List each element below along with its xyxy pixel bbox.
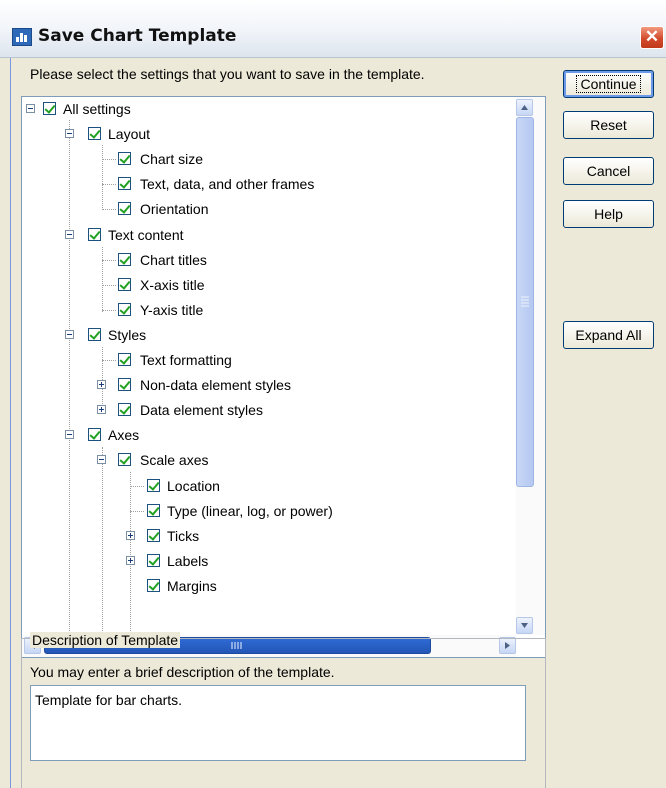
close-button[interactable]: ✕ — [640, 26, 664, 49]
tree-item-label: Orientation — [140, 201, 209, 217]
checkbox-checked-icon[interactable] — [147, 504, 160, 517]
collapse-icon[interactable] — [97, 455, 106, 464]
tree-item-label: Layout — [108, 126, 151, 142]
collapse-icon[interactable] — [65, 129, 74, 138]
vertical-scroll-thumb[interactable] — [516, 117, 534, 487]
tree-item-text-formatting[interactable]: Text formatting — [22, 349, 502, 374]
tree-item-layout[interactable]: Layout — [22, 123, 502, 148]
tree-item-label: All settings — [63, 101, 131, 117]
tree-item-label: Axes — [108, 427, 140, 443]
tree-item-labels[interactable]: Labels — [22, 550, 502, 575]
tree-item-label: Non-data element styles — [140, 377, 291, 393]
tree-item-non-data-styles[interactable]: Non-data element styles — [22, 374, 502, 399]
scroll-down-arrow-icon[interactable] — [516, 617, 533, 634]
checkbox-checked-icon[interactable] — [88, 328, 101, 341]
checkbox-checked-icon[interactable] — [118, 378, 131, 391]
tree-item-label: Text formatting — [140, 352, 232, 368]
tree-item-label: X-axis title — [140, 277, 205, 293]
expand-icon[interactable] — [126, 531, 135, 540]
tree-item-chart-titles[interactable]: Chart titles — [22, 249, 502, 274]
continue-button[interactable]: Continue — [563, 70, 654, 98]
expand-icon[interactable] — [126, 556, 135, 565]
tree-item-label: Styles — [108, 327, 147, 343]
checkbox-checked-icon[interactable] — [88, 228, 101, 241]
tree-item-axes[interactable]: Axes — [22, 424, 502, 449]
collapse-icon[interactable] — [65, 330, 74, 339]
description-group-label: Description of Template — [30, 632, 181, 648]
tree-item-location[interactable]: Location — [22, 475, 502, 500]
checkbox-checked-icon[interactable] — [88, 127, 101, 140]
tree-item-label: Text content — [108, 227, 184, 243]
checkbox-checked-icon[interactable] — [147, 554, 160, 567]
tree-item-label: Location — [167, 478, 220, 494]
dialog-body: Please select the settings that you want… — [0, 58, 666, 788]
checkbox-checked-icon[interactable] — [147, 579, 160, 592]
tree-item-label: Text, data, and other frames — [140, 176, 315, 192]
chart-app-icon — [12, 28, 32, 46]
continue-label: Continue — [576, 75, 641, 93]
collapse-icon[interactable] — [65, 430, 74, 439]
tree-item-data-styles[interactable]: Data element styles — [22, 399, 502, 424]
tree-item-label: Y-axis title — [140, 302, 204, 318]
tree-item-label: Margins — [167, 578, 217, 594]
checkbox-checked-icon[interactable] — [118, 403, 131, 416]
description-textarea[interactable]: Template for bar charts. — [30, 685, 526, 761]
checkbox-checked-icon[interactable] — [147, 479, 160, 492]
tree-item-styles[interactable]: Styles — [22, 324, 502, 349]
tree-item-x-axis-title[interactable]: X-axis title — [22, 274, 502, 299]
checkbox-checked-icon[interactable] — [118, 202, 131, 215]
tree-item-text-frames[interactable]: Text, data, and other frames — [22, 173, 502, 198]
tree-item-margins[interactable]: Margins — [22, 575, 502, 600]
cancel-button[interactable]: Cancel — [563, 157, 654, 185]
checkbox-checked-icon[interactable] — [118, 453, 131, 466]
tree-item-type[interactable]: Type (linear, log, or power) — [22, 500, 502, 525]
instructions-text: Please select the settings that you want… — [30, 66, 425, 82]
checkbox-checked-icon[interactable] — [118, 278, 131, 291]
tree-item-label: Type (linear, log, or power) — [167, 503, 333, 519]
settings-tree[interactable]: All settings Layout Chart size Text, dat… — [21, 96, 546, 658]
tree-item-label: Chart size — [140, 151, 204, 167]
checkbox-checked-icon[interactable] — [118, 152, 131, 165]
tree-item-text-content[interactable]: Text content — [22, 224, 502, 249]
tree-item-all-settings[interactable]: All settings — [22, 98, 502, 123]
checkbox-checked-icon[interactable] — [88, 428, 101, 441]
tree-item-chart-size[interactable]: Chart size — [22, 148, 502, 173]
title-bar[interactable]: Save Chart Template ✕ — [0, 0, 666, 58]
checkbox-checked-icon[interactable] — [118, 303, 131, 316]
checkbox-checked-icon[interactable] — [118, 353, 131, 366]
tree-item-label: Data element styles — [140, 402, 263, 418]
tree-item-ticks[interactable]: Ticks — [22, 525, 502, 550]
tree-item-label: Ticks — [167, 528, 200, 544]
collapse-icon[interactable] — [65, 230, 74, 239]
tree-item-label: Chart titles — [140, 252, 207, 268]
checkbox-checked-icon[interactable] — [118, 253, 131, 266]
tree-item-y-axis-title[interactable]: Y-axis title — [22, 299, 502, 324]
checkbox-checked-icon[interactable] — [43, 102, 56, 115]
expand-all-button[interactable]: Expand All — [563, 321, 654, 349]
checkbox-checked-icon[interactable] — [147, 529, 160, 542]
reset-button[interactable]: Reset — [563, 111, 654, 139]
checkbox-checked-icon[interactable] — [118, 177, 131, 190]
expand-icon[interactable] — [97, 405, 106, 414]
tree-item-orientation[interactable]: Orientation — [22, 198, 502, 223]
expand-icon[interactable] — [97, 380, 106, 389]
help-button[interactable]: Help — [563, 200, 654, 228]
tree-item-scale-axes[interactable]: Scale axes — [22, 449, 502, 474]
collapse-icon[interactable] — [26, 104, 35, 113]
scroll-up-arrow-icon[interactable] — [516, 99, 533, 116]
description-help-text: You may enter a brief description of the… — [30, 664, 335, 680]
dialog-title: Save Chart Template — [38, 26, 237, 46]
save-chart-template-dialog: Save Chart Template ✕ Please select the … — [0, 0, 666, 788]
tree-item-label: Scale axes — [140, 452, 209, 468]
tree-item-label: Labels — [167, 553, 209, 569]
